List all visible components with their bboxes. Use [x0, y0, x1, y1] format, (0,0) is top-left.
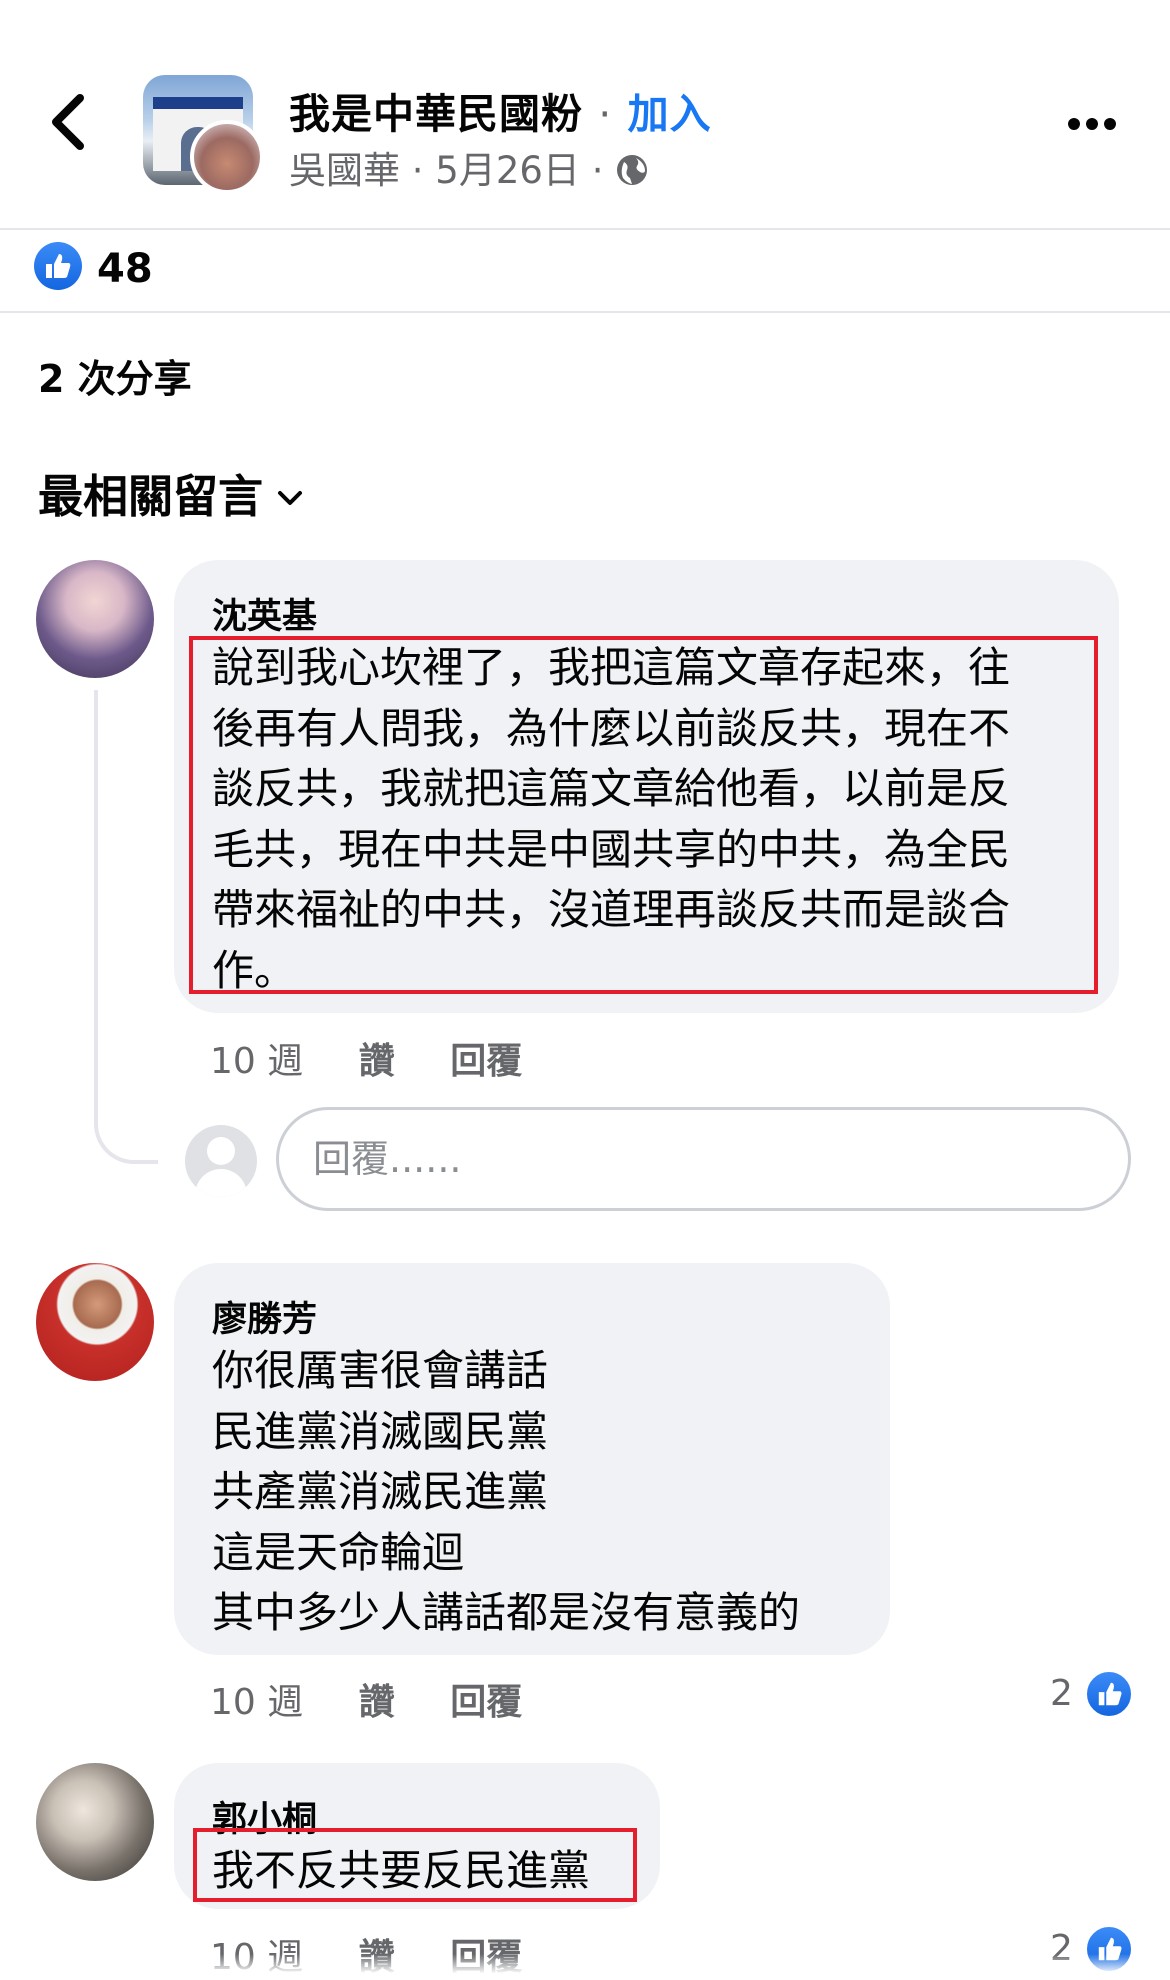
meta-separator: · [411, 149, 424, 192]
comment-line: 毛共，現在中共是中國共享的中共，為全民 [212, 824, 1011, 874]
share-count[interactable]: 2 次分享 [38, 348, 192, 403]
reply-button[interactable]: 回覆 [450, 1682, 522, 1723]
reaction-count: 2 [1050, 1673, 1073, 1714]
more-options-icon[interactable] [1068, 115, 1124, 133]
comment-line: 民進黨消滅國民黨 [212, 1406, 549, 1456]
meta-separator-2: · [591, 149, 604, 192]
comment-line: 說到我心坎裡了，我把這篇文章存起來，往 [212, 643, 1011, 692]
comment-time[interactable]: 10 週 [210, 1041, 303, 1082]
comment-line: 談反共，我就把這篇文章給他看，以前是反 [212, 764, 1011, 813]
title-separator: · [598, 90, 613, 138]
comment-text: 我不反共要反民進黨 [212, 1841, 590, 1902]
comment-line: 帶來福祉的中共，沒道理再談反共而是談合 [212, 885, 1011, 934]
divider [0, 311, 1170, 313]
comment-line: 作。 [212, 945, 297, 995]
like-icon [1084, 1669, 1134, 1719]
comment-actions: 10 週 讚 回覆 [210, 1032, 566, 1084]
comment-author[interactable]: 廖勝芳 [212, 1291, 317, 1342]
group-name-link[interactable]: 我是中華民國粉 [289, 90, 583, 138]
comment-line: 其中多少人講話都是沒有意義的 [212, 1588, 801, 1637]
comment-line: 我不反共要反民進黨 [212, 1846, 591, 1895]
like-icon [34, 242, 82, 290]
comment-line: 你很厲害很會講話 [212, 1346, 549, 1395]
comment-sort-dropdown[interactable]: 最相關留言 [38, 460, 303, 525]
post-author[interactable]: 吳國華 [289, 149, 400, 192]
comment-author[interactable]: 郭小桐 [212, 1791, 317, 1842]
comment-time[interactable]: 10 週 [210, 1682, 303, 1723]
comment-sort-label: 最相關留言 [38, 470, 264, 523]
comment-text: 說到我心坎裡了，我把這篇文章存起來，往 後再有人問我，為什麼以前談反共，現在不 … [212, 638, 1092, 1001]
comment-reactions[interactable]: 2 [1050, 1669, 1134, 1719]
join-button[interactable]: 加入 [628, 90, 712, 138]
post-meta: 吳國華 · 5月26日 · [289, 140, 649, 194]
group-title: 我是中華民國粉 · 加入 [289, 80, 712, 140]
like-button[interactable]: 讚 [359, 1041, 395, 1082]
reply-input[interactable] [276, 1107, 1131, 1211]
avatar[interactable] [36, 1763, 154, 1881]
comment-bubble: 沈英基 說到我心坎裡了，我把這篇文章存起來，往 後再有人問我，為什麼以前談反共，… [174, 560, 1119, 1013]
comment-actions: 10 週 讚 回覆 [210, 1673, 566, 1725]
scroll-fade [0, 1954, 1170, 1974]
back-arrow-icon[interactable] [48, 92, 88, 152]
reply-button[interactable]: 回覆 [450, 1041, 522, 1082]
like-button[interactable]: 讚 [359, 1682, 395, 1723]
thread-line [94, 690, 158, 1164]
like-count: 48 [97, 246, 153, 292]
comment-author[interactable]: 沈英基 [212, 588, 317, 639]
comment-line: 後再有人問我，為什麼以前談反共，現在不 [212, 703, 1011, 753]
avatar[interactable] [36, 560, 154, 678]
post-header: 我是中華民國粉 · 加入 吳國華 · 5月26日 · [0, 0, 1170, 230]
globe-icon [617, 155, 648, 185]
comment-text: 你很厲害很會講話 民進黨消滅國民黨 共產黨消滅民進黨 這是天命輪迴 其中多少人講… [212, 1341, 800, 1644]
default-avatar-icon [185, 1125, 257, 1197]
poster-avatar[interactable] [190, 120, 264, 194]
comment-bubble: 郭小桐 我不反共要反民進黨 [174, 1763, 660, 1909]
comment-bubble: 廖勝芳 你很厲害很會講話 民進黨消滅國民黨 共產黨消滅民進黨 這是天命輪迴 其中… [174, 1263, 890, 1655]
comment-line: 這是天命輪迴 [212, 1527, 465, 1577]
post-date[interactable]: 5月26日 [435, 149, 580, 192]
chevron-down-icon [278, 491, 303, 505]
avatar[interactable] [36, 1263, 154, 1381]
comment-line: 共產黨消滅民進黨 [212, 1467, 549, 1516]
